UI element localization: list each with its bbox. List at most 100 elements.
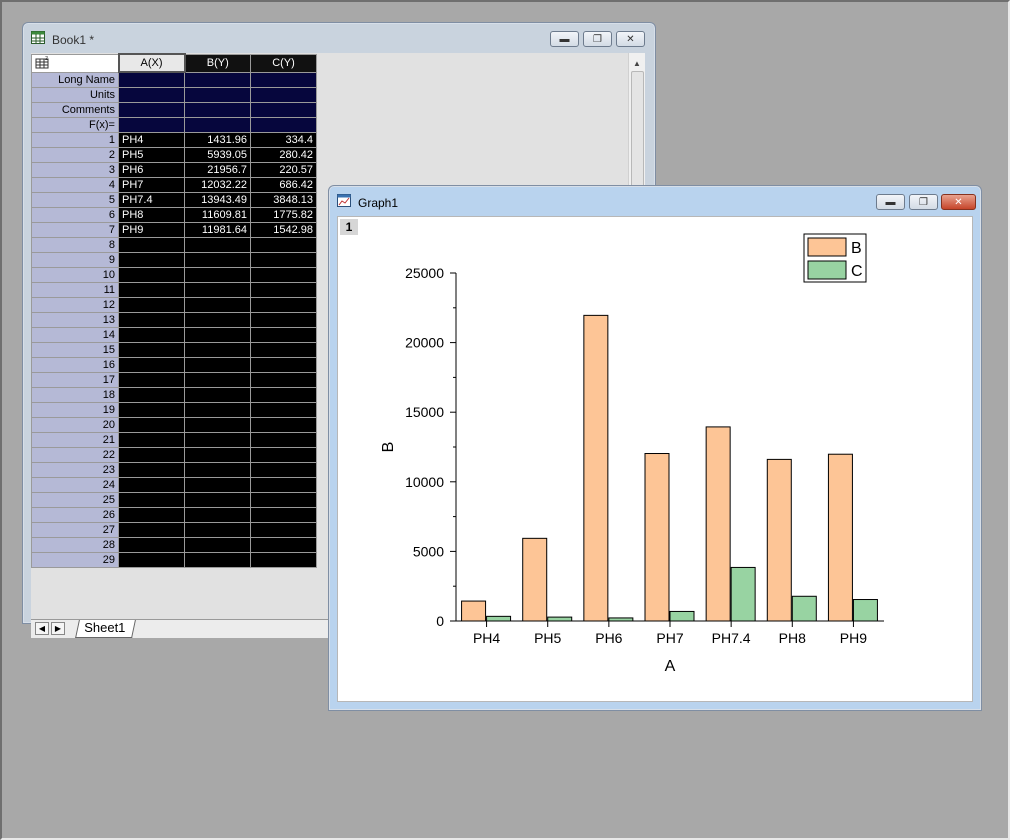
- bar-b-ph9[interactable]: [827, 453, 853, 622]
- table-cell[interactable]: 5939.05: [184, 146, 251, 163]
- table-cell[interactable]: PH7.4: [118, 191, 185, 208]
- table-cell[interactable]: [184, 491, 251, 508]
- table-cell[interactable]: 12032.22: [184, 176, 251, 193]
- row-number[interactable]: 25: [31, 491, 119, 508]
- row-number[interactable]: 10: [31, 266, 119, 283]
- table-cell[interactable]: [184, 401, 251, 418]
- table-cell[interactable]: [118, 326, 185, 343]
- row-number[interactable]: 29: [31, 551, 119, 568]
- bar-b-ph8[interactable]: [766, 458, 792, 622]
- bar-chart[interactable]: 0 5000 10000 15000 20000 25000 PH4 PH5 PH6 PH7 PH7…: [338, 217, 972, 701]
- table-cell[interactable]: [118, 386, 185, 403]
- sheet-tab-sheet1[interactable]: Sheet1: [75, 620, 137, 638]
- restore-button[interactable]: ❐: [583, 31, 612, 47]
- table-cell[interactable]: [184, 311, 251, 328]
- meta-cell[interactable]: [184, 101, 251, 118]
- table-cell[interactable]: [118, 551, 185, 568]
- row-number[interactable]: 19: [31, 401, 119, 418]
- table-cell[interactable]: 1542.98: [250, 221, 317, 238]
- row-number[interactable]: 2: [31, 146, 119, 163]
- table-cell[interactable]: [184, 521, 251, 538]
- table-cell[interactable]: [184, 416, 251, 433]
- bar-c-ph5[interactable]: [547, 616, 573, 622]
- meta-cell[interactable]: [118, 101, 185, 118]
- minimize-button[interactable]: ▬: [876, 194, 905, 210]
- table-cell[interactable]: PH8: [118, 206, 185, 223]
- table-cell[interactable]: [184, 461, 251, 478]
- row-number[interactable]: 26: [31, 506, 119, 523]
- table-cell[interactable]: [118, 521, 185, 538]
- table-cell[interactable]: [184, 446, 251, 463]
- graph-page[interactable]: 1 0 5000 10000 15000 20000 25000 PH4 PH5 PH6 PH7 P…: [337, 216, 973, 702]
- tab-next-button[interactable]: ▶: [51, 622, 65, 635]
- table-cell[interactable]: [184, 371, 251, 388]
- row-number[interactable]: 13: [31, 311, 119, 328]
- table-cell[interactable]: [118, 506, 185, 523]
- table-cell[interactable]: 1775.82: [250, 206, 317, 223]
- table-cell[interactable]: [184, 236, 251, 253]
- table-cell[interactable]: PH5: [118, 146, 185, 163]
- graph1-window[interactable]: Graph1 ▬ ❐ ✕ 1 0 5000 10000 15000 20000 25000…: [328, 185, 982, 711]
- table-cell[interactable]: [118, 476, 185, 493]
- table-cell[interactable]: [250, 341, 317, 358]
- table-cell[interactable]: [184, 551, 251, 568]
- table-cell[interactable]: [118, 311, 185, 328]
- table-cell[interactable]: [118, 416, 185, 433]
- row-number[interactable]: 6: [31, 206, 119, 223]
- row-number[interactable]: 18: [31, 386, 119, 403]
- table-cell[interactable]: [118, 536, 185, 553]
- row-number[interactable]: 5: [31, 191, 119, 208]
- table-cell[interactable]: [250, 461, 317, 478]
- table-cell[interactable]: [250, 311, 317, 328]
- meta-cell[interactable]: [184, 71, 251, 88]
- bar-c-ph7.4[interactable]: [730, 566, 756, 622]
- table-cell[interactable]: 334.4: [250, 131, 317, 148]
- meta-cell[interactable]: [250, 116, 317, 133]
- row-number[interactable]: 24: [31, 476, 119, 493]
- table-cell[interactable]: 220.57: [250, 161, 317, 178]
- row-number[interactable]: 3: [31, 161, 119, 178]
- table-cell[interactable]: 13943.49: [184, 191, 251, 208]
- select-all-corner[interactable]: z: [31, 53, 119, 73]
- meta-cell[interactable]: [250, 101, 317, 118]
- table-cell[interactable]: 1431.96: [184, 131, 251, 148]
- scrollbar-thumb[interactable]: [631, 71, 644, 193]
- tab-prev-button[interactable]: ◀: [35, 622, 49, 635]
- table-cell[interactable]: [184, 266, 251, 283]
- table-cell[interactable]: [184, 281, 251, 298]
- bar-c-ph7[interactable]: [669, 610, 695, 622]
- minimize-button[interactable]: ▬: [550, 31, 579, 47]
- table-cell[interactable]: [250, 491, 317, 508]
- table-cell[interactable]: [250, 266, 317, 283]
- bar-b-ph6[interactable]: [583, 314, 609, 622]
- table-cell[interactable]: [118, 266, 185, 283]
- table-cell[interactable]: [118, 446, 185, 463]
- table-cell[interactable]: [184, 326, 251, 343]
- meta-cell[interactable]: [250, 86, 317, 103]
- table-cell[interactable]: [118, 371, 185, 388]
- table-cell[interactable]: [118, 356, 185, 373]
- table-cell[interactable]: [250, 386, 317, 403]
- bar-c-ph8[interactable]: [791, 595, 817, 622]
- row-number[interactable]: 12: [31, 296, 119, 313]
- table-cell[interactable]: [250, 401, 317, 418]
- meta-cell[interactable]: [184, 116, 251, 133]
- meta-cell[interactable]: [118, 86, 185, 103]
- table-cell[interactable]: [184, 356, 251, 373]
- restore-button[interactable]: ❐: [909, 194, 938, 210]
- table-cell[interactable]: [250, 371, 317, 388]
- bar-b-ph5[interactable]: [522, 537, 548, 622]
- table-cell[interactable]: [250, 536, 317, 553]
- table-cell[interactable]: 11981.64: [184, 221, 251, 238]
- table-cell[interactable]: [250, 446, 317, 463]
- row-number[interactable]: 8: [31, 236, 119, 253]
- bar-b-ph4[interactable]: [461, 600, 487, 622]
- table-cell[interactable]: [184, 506, 251, 523]
- meta-label[interactable]: Comments: [31, 101, 119, 118]
- worksheet-table[interactable]: z A(X) B(Y) C(Y) Long Name Units Comment: [31, 53, 317, 568]
- row-number[interactable]: 11: [31, 281, 119, 298]
- table-cell[interactable]: [184, 341, 251, 358]
- table-cell[interactable]: [184, 296, 251, 313]
- row-number[interactable]: 23: [31, 461, 119, 478]
- row-number[interactable]: 17: [31, 371, 119, 388]
